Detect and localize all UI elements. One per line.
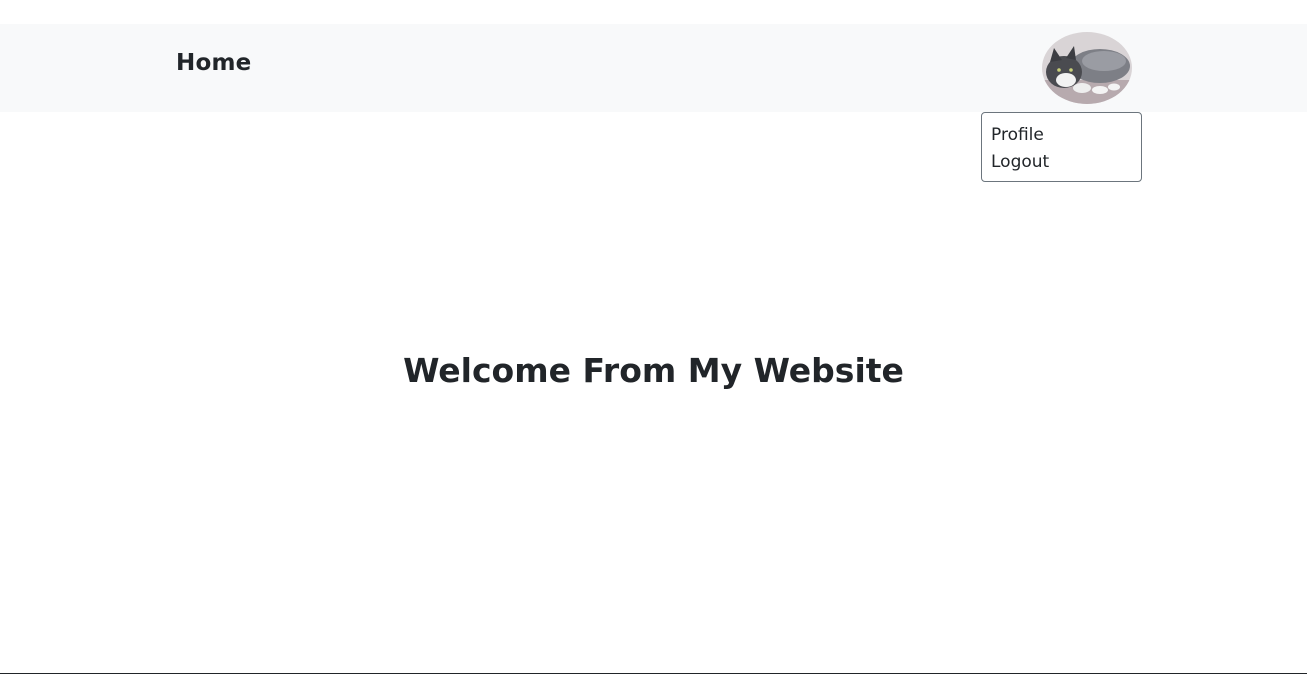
user-dropdown-menu: Profile Logout (981, 112, 1142, 182)
logout-menu-item[interactable]: Logout (991, 149, 1141, 176)
navbar: Home (0, 24, 1307, 112)
cat-avatar-icon (1042, 32, 1132, 104)
home-link[interactable]: Home (176, 50, 251, 76)
page: Home Profile Logout Welcome From My Webs… (0, 0, 1307, 674)
user-avatar[interactable] (1042, 32, 1132, 104)
profile-menu-item[interactable]: Profile (991, 122, 1141, 149)
page-title: Welcome From My Website (403, 351, 904, 390)
